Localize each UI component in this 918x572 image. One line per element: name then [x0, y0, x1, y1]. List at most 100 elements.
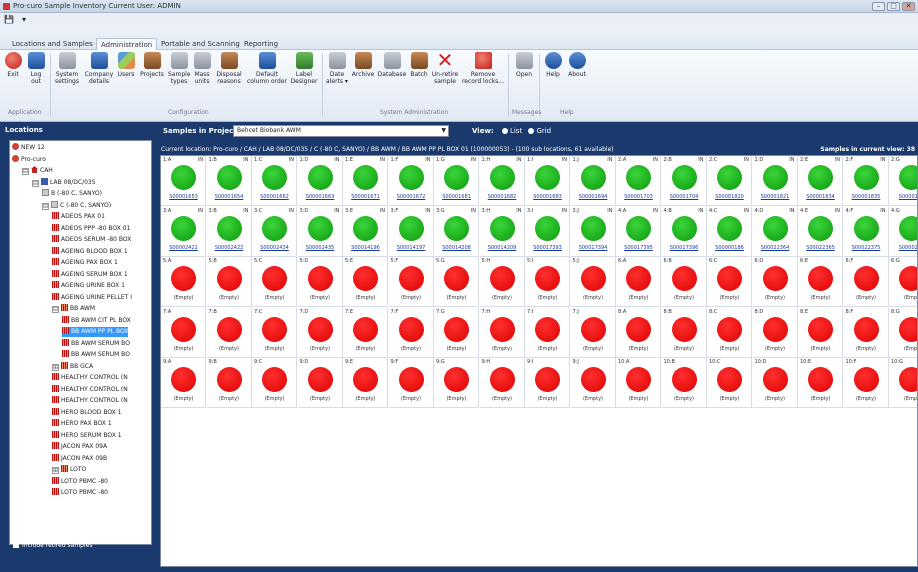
sample-barcode-link[interactable]: S00002435 — [298, 245, 343, 251]
sample-barcode-link[interactable]: S00001694 — [571, 194, 616, 200]
sample-cell[interactable]: 5:I (Empty) — [525, 257, 570, 307]
sample-barcode-link[interactable]: S00017394 — [571, 245, 616, 251]
sample-barcode-link[interactable]: S00017393 — [525, 245, 570, 251]
sample-cell[interactable]: 3:J IN S00017394 — [570, 206, 616, 257]
sample-cell[interactable]: 4:E IN S00022365 — [798, 206, 843, 257]
sample-barcode-link[interactable]: S00002422 — [207, 245, 252, 251]
sample-barcode-link[interactable]: S00001834 — [798, 194, 843, 200]
sample-cell[interactable]: 10:G (Empt — [889, 358, 917, 408]
database-button[interactable]: Database — [377, 52, 407, 78]
sample-cell[interactable]: 2:D IN S00001821 — [752, 156, 798, 206]
sample-barcode-link[interactable]: S00000186 — [707, 245, 752, 251]
sample-cell[interactable]: 10:F (Empty) — [843, 358, 889, 408]
tree-node[interactable]: JACON PAX 09A — [52, 442, 107, 452]
sample-barcode-link[interactable]: S00001704 — [662, 194, 707, 200]
sample-cell[interactable]: 7:C (Empty) — [252, 307, 297, 358]
sample-cell[interactable]: 6:A (Empty) — [616, 257, 661, 307]
tree-node[interactable]: Pro-curo — [12, 154, 46, 165]
tree-node[interactable]: LOTO PBMC -80 — [52, 488, 108, 498]
tree-node[interactable]: ⊞ BB GCA — [52, 361, 93, 372]
sample-cell[interactable]: 1:G IN S00001681 — [434, 156, 479, 206]
tree-node[interactable]: HERO BLOOD BOX 1 — [52, 407, 122, 418]
sample-barcode-link[interactable]: S00002434 — [252, 245, 297, 251]
default-column-order-button[interactable]: Default column order — [246, 52, 288, 85]
view-list-radio[interactable]: List — [501, 127, 522, 135]
sample-types-button[interactable]: Sample types — [168, 52, 191, 85]
sample-cell[interactable]: 6:C (Empty) — [707, 257, 752, 307]
sample-barcode-link[interactable]: S00001662 — [252, 194, 297, 200]
tree-node[interactable]: JACON PAX 09B — [52, 453, 107, 464]
close-button[interactable]: ✕ — [902, 2, 915, 11]
sample-cell[interactable]: 3:I IN S00017393 — [525, 206, 570, 257]
sample-cell[interactable]: 1:A IN S00001653 — [161, 156, 206, 206]
sample-cell[interactable]: 8:F (Empty) — [843, 307, 889, 358]
sample-barcode-link[interactable]: S00001654 — [207, 194, 252, 200]
tab-locations-and-samples[interactable]: Locations and Samples — [8, 38, 97, 50]
sample-cell[interactable]: 3:H IN S00014209 — [479, 206, 525, 257]
sample-cell[interactable]: 5:H (Empty) — [479, 257, 525, 307]
mass-units-button[interactable]: Mass units — [192, 52, 212, 85]
sample-barcode-link[interactable]: S00001820 — [707, 194, 752, 200]
sample-cell[interactable]: 9:D (Empty) — [297, 358, 343, 408]
open-messages-button[interactable]: Open — [512, 52, 536, 78]
sample-cell[interactable]: 9:I (Empty) — [525, 358, 570, 408]
sample-cell[interactable]: 5:A (Empty) — [161, 257, 206, 307]
help-button[interactable]: Help — [543, 52, 563, 78]
sample-barcode-link[interactable]: S00022365 — [798, 245, 843, 251]
sample-cell[interactable]: 4:F IN S00022375 — [843, 206, 889, 257]
sample-barcode-link[interactable]: S00014209 — [480, 245, 525, 251]
sample-cell[interactable]: 9:F (Empty) — [388, 358, 434, 408]
sample-barcode-link[interactable]: S00001683 — [525, 194, 570, 200]
sample-cell[interactable]: 7:J (Empty) — [570, 307, 616, 358]
sample-cell[interactable]: 9:C (Empty) — [252, 358, 297, 408]
sample-cell[interactable]: 4:A IN S00017395 — [616, 206, 661, 257]
sample-cell[interactable]: 10:D (Empty) — [752, 358, 798, 408]
expand-icon[interactable]: ⊞ — [52, 467, 59, 474]
tree-node[interactable]: NEW 12 — [12, 143, 45, 153]
view-grid-radio[interactable]: Grid — [528, 127, 551, 135]
sample-cell[interactable]: 1:E IN S00001671 — [343, 156, 388, 206]
sample-cell[interactable]: 9:E (Empty) — [343, 358, 388, 408]
batch-button[interactable]: Batch — [408, 52, 430, 78]
sample-cell[interactable]: 5:E (Empty) — [343, 257, 388, 307]
sample-cell[interactable]: 6:G (Empt — [889, 257, 917, 307]
sample-cell[interactable]: 7:H (Empty) — [479, 307, 525, 358]
sample-barcode-link[interactable]: S00001703 — [616, 194, 661, 200]
sample-cell[interactable]: 9:G (Empty) — [434, 358, 479, 408]
sample-cell[interactable]: 1:B IN S00001654 — [206, 156, 252, 206]
sample-barcode-link[interactable]: S00001821 — [753, 194, 798, 200]
tree-node[interactable]: ⊟ C (-80 C, SANYO) — [42, 200, 111, 211]
collapse-icon[interactable]: ⊟ — [32, 179, 39, 187]
sample-cell[interactable]: 2:C IN S00001820 — [707, 156, 752, 206]
tree-node[interactable]: AGEING URINE BOX 1 — [52, 281, 125, 291]
sample-cell[interactable]: 2:GINS0000183 — [889, 156, 917, 206]
sample-cell[interactable]: 9:A (Empty) — [161, 358, 206, 408]
system-settings-button[interactable]: System settings — [54, 52, 80, 85]
expand-icon[interactable]: ⊞ — [52, 363, 59, 371]
remove-record-locks-button[interactable]: Remove record locks... — [461, 52, 505, 85]
tree-node[interactable]: AGEING URINE PELLET I — [52, 292, 132, 303]
tree-node[interactable]: ADEOS PAX 01 — [52, 212, 105, 222]
sample-cell[interactable]: 4:GINS0000223 — [889, 206, 917, 257]
tree-node[interactable]: HEALTHY CONTROL (N — [52, 396, 128, 406]
tree-node[interactable]: BB AWM SERUM BO — [62, 338, 130, 349]
sample-cell[interactable]: 7:A (Empty) — [161, 307, 206, 358]
collapse-icon[interactable]: ⊟ — [42, 202, 49, 210]
sample-cell[interactable]: 3:E IN S00014196 — [343, 206, 388, 257]
sample-cell[interactable]: 3:B IN S00002422 — [206, 206, 252, 257]
sample-cell[interactable]: 2:B IN S00001704 — [661, 156, 707, 206]
tab-portable-and-scanning[interactable]: Portable and Scanning — [157, 38, 244, 50]
sample-cell[interactable]: 3:A IN S00002421 — [161, 206, 206, 257]
sample-barcode-link[interactable]: S00014208 — [434, 245, 479, 251]
tab-administration[interactable]: Administration — [96, 38, 158, 50]
collapse-icon[interactable]: ⊟ — [52, 306, 59, 313]
sample-barcode-link[interactable]: S00001672 — [389, 194, 434, 200]
minimize-button[interactable]: – — [872, 2, 885, 11]
sample-cell[interactable]: 1:D IN S00001663 — [297, 156, 343, 206]
sample-barcode-link[interactable]: S00001835 — [844, 194, 889, 200]
sample-cell[interactable]: 1:C IN S00001662 — [252, 156, 297, 206]
sample-cell[interactable]: 6:D (Empty) — [752, 257, 798, 307]
tree-node[interactable]: LOTO PBMC -80 — [52, 476, 108, 487]
tree-node[interactable]: BB AWM SERUM BO — [62, 350, 130, 360]
sample-cell[interactable]: 10:E (Empty) — [798, 358, 843, 408]
